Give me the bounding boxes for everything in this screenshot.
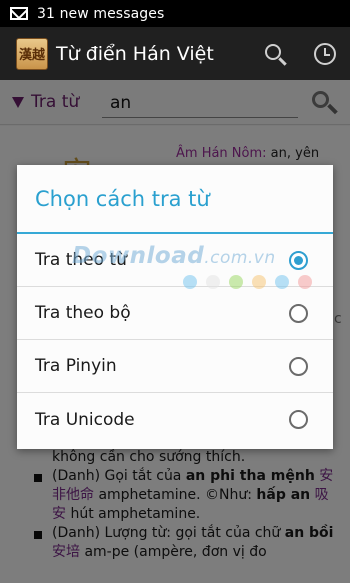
mail-icon bbox=[10, 7, 28, 20]
option-label: Tra theo bộ bbox=[35, 303, 131, 323]
app-title: Từ điển Hán Việt bbox=[56, 42, 214, 65]
history-action-button[interactable] bbox=[300, 27, 350, 80]
radio-button[interactable] bbox=[289, 304, 308, 323]
search-icon bbox=[265, 43, 281, 60]
option-tra-unicode[interactable]: Tra Unicode bbox=[17, 393, 333, 446]
action-bar: 漢越 Từ điển Hán Việt bbox=[0, 27, 350, 80]
option-tra-theo-tu[interactable]: Tra theo từ bbox=[17, 234, 333, 287]
status-bar: 31 new messages bbox=[0, 0, 350, 27]
lookup-mode-dialog: Chọn cách tra từ Tra theo từ Tra theo bộ… bbox=[17, 165, 333, 449]
option-label: Tra theo từ bbox=[35, 250, 127, 270]
search-action-button[interactable] bbox=[250, 27, 300, 80]
clock-icon bbox=[314, 42, 336, 65]
radio-button-checked[interactable] bbox=[289, 251, 308, 270]
dialog-title: Chọn cách tra từ bbox=[35, 186, 210, 211]
app-logo-icon: 漢越 bbox=[16, 37, 48, 70]
option-tra-theo-bo[interactable]: Tra theo bộ bbox=[17, 287, 333, 340]
option-label: Tra Unicode bbox=[35, 409, 135, 430]
notification-text: 31 new messages bbox=[37, 5, 165, 22]
radio-button[interactable] bbox=[289, 410, 308, 429]
option-label: Tra Pinyin bbox=[35, 356, 117, 376]
radio-button[interactable] bbox=[289, 357, 308, 376]
option-tra-pinyin[interactable]: Tra Pinyin bbox=[17, 340, 333, 393]
